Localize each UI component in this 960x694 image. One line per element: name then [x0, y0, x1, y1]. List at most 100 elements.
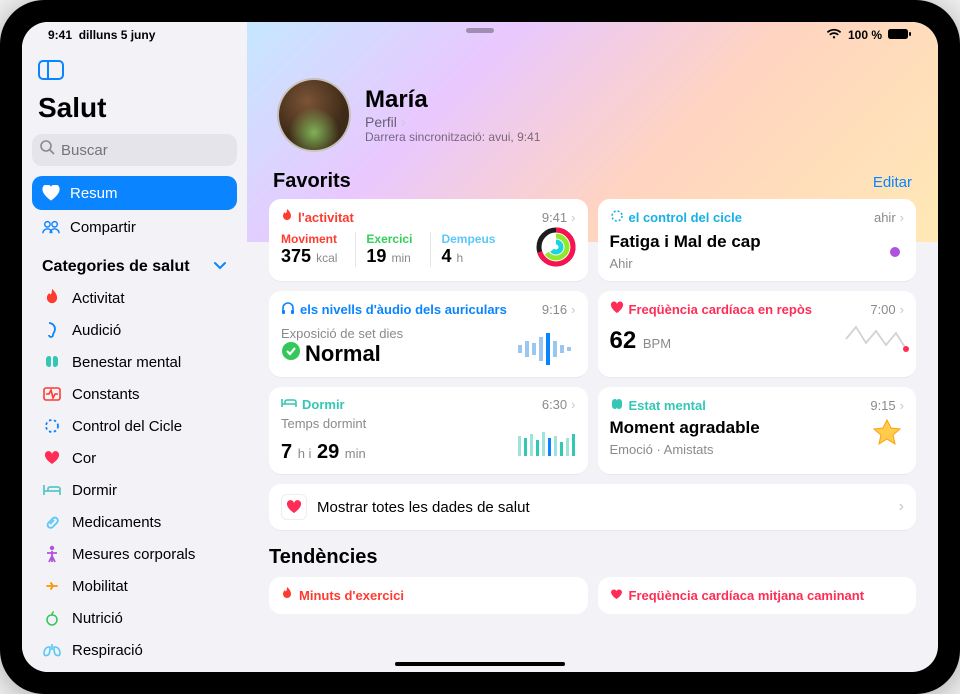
card-activity[interactable]: l'activitat 9:41› Moviment 375 kcal [269, 199, 588, 281]
app-title: Salut [32, 92, 237, 130]
exercise-label: Exercici [366, 232, 412, 246]
headphones-status: Normal [305, 341, 381, 367]
category-item[interactable]: Mesures corporals [32, 538, 237, 570]
card-title: els nivells d'àudio dels auriculars [300, 302, 507, 317]
show-all-row[interactable]: Mostrar totes les dades de salut › [269, 484, 916, 530]
card-time: ahir [874, 210, 896, 225]
sleep-minutes: 29 [317, 441, 339, 463]
card-cycle[interactable]: el control del cicle ahir› Fatiga i Mal … [598, 199, 917, 281]
category-item[interactable]: Mobilitat [32, 570, 237, 602]
battery-icon [888, 28, 912, 43]
category-item[interactable]: Dormir [32, 474, 237, 506]
category-item[interactable]: Activitat [32, 282, 237, 314]
exercise-unit: min [391, 251, 410, 265]
ipad-frame: 9:41 dilluns 5 juny 100 % Salut [0, 0, 960, 694]
battery-text: 100 % [848, 28, 882, 42]
category-list: ActivitatAudició Benestar mental Constants… [32, 282, 237, 666]
sleep-sub: Temps dormint [281, 416, 366, 431]
category-label: Benestar mental [72, 354, 181, 371]
category-label: Nutrició [72, 610, 123, 627]
category-label: Mobilitat [72, 578, 128, 595]
category-label: Dormir [72, 482, 117, 499]
check-icon [281, 341, 301, 367]
search-input[interactable] [61, 142, 247, 159]
card-time: 6:30 [542, 397, 567, 412]
sidebar-item-summary[interactable]: Resum [32, 176, 237, 210]
chevron-down-icon [213, 258, 227, 276]
exercise-value: 19 [366, 246, 386, 266]
flame-icon [281, 587, 293, 604]
show-all-label: Mostrar totes les dades de salut [317, 499, 889, 516]
category-label: Constants [72, 386, 140, 403]
category-label: Cor [72, 450, 96, 467]
category-label: Respiració [72, 642, 143, 659]
apple-icon [42, 608, 62, 628]
category-item[interactable]: Audició [32, 314, 237, 346]
cycle-headline: Fatiga i Mal de cap [610, 232, 761, 252]
trend-walking-hr[interactable]: Freqüència cardíaca mitjana caminant [598, 577, 917, 614]
card-resting-hr[interactable]: Freqüència cardíaca en repòs 7:00› 62 BP… [598, 291, 917, 377]
profile-header[interactable]: María Perfil › Darrera sincronització: a… [269, 78, 916, 152]
chevron-right-icon: › [899, 498, 904, 516]
category-item[interactable]: Nutrició [32, 602, 237, 634]
sync-prefix: Darrera sincronització: [365, 130, 485, 144]
mental-headline: Moment agradable [610, 418, 760, 438]
category-item[interactable]: Control del Cicle [32, 410, 237, 442]
sidebar-toggle-icon[interactable] [38, 60, 64, 82]
categories-header[interactable]: Categories de salut [32, 244, 237, 282]
flame-icon [42, 288, 62, 308]
multitask-pill[interactable] [466, 28, 494, 33]
chevron-right-icon: › [900, 398, 904, 413]
stand-label: Dempeus [441, 232, 495, 246]
sleep-bars-icon [516, 428, 576, 464]
card-title: Dormir [302, 397, 345, 412]
card-time: 9:41 [542, 210, 567, 225]
chevron-right-icon: › [401, 114, 406, 130]
chevron-right-icon: › [571, 302, 575, 317]
category-item[interactable]: Cor [32, 442, 237, 474]
hr-spark-icon [844, 319, 904, 355]
stand-unit: h [456, 251, 463, 265]
category-item[interactable]: Respiració [32, 634, 237, 666]
chevron-right-icon: › [900, 302, 904, 317]
category-item[interactable]: Benestar mental [32, 346, 237, 378]
vitals-icon [42, 384, 62, 404]
cycle-icon [610, 209, 624, 226]
audio-bars-icon [516, 331, 576, 367]
card-mental-state[interactable]: Estat mental 9:15› Moment agradable Emoc… [598, 387, 917, 474]
bed-icon [281, 397, 297, 412]
pill-icon [42, 512, 62, 532]
wifi-icon [826, 28, 842, 43]
bed-icon [42, 480, 62, 500]
category-item[interactable]: Constants [32, 378, 237, 410]
card-time: 9:16 [542, 302, 567, 317]
profile-link[interactable]: Perfil › [365, 114, 540, 130]
sync-value: avui, 9:41 [488, 130, 540, 144]
card-title: Estat mental [629, 398, 706, 413]
brain-icon [42, 352, 62, 372]
favorites-title: Favorits [273, 170, 351, 193]
heart-icon [610, 301, 624, 317]
status-time: 9:41 [48, 28, 72, 42]
sleep-m-unit: min [345, 446, 366, 461]
category-item[interactable]: Medicaments [32, 506, 237, 538]
heart-app-icon [281, 494, 307, 520]
headphones-sub: Exposició de set dies [281, 326, 403, 341]
headphones-icon [281, 301, 295, 318]
profile-sync: Darrera sincronització: avui, 9:41 [365, 130, 540, 144]
activity-rings-icon [536, 227, 576, 267]
profile-link-label: Perfil [365, 114, 397, 130]
category-label: Medicaments [72, 514, 161, 531]
edit-button[interactable]: Editar [873, 174, 912, 191]
main-pane: María Perfil › Darrera sincronització: a… [247, 22, 938, 672]
card-headphone-audio[interactable]: els nivells d'àudio dels auriculars 9:16… [269, 291, 588, 377]
trend-exercise-minutes[interactable]: Minuts d'exercici [269, 577, 588, 614]
sidebar-item-share[interactable]: Compartir [32, 210, 237, 244]
search-field[interactable] [32, 134, 237, 166]
stand-value: 4 [441, 246, 451, 266]
avatar[interactable] [277, 78, 351, 152]
move-label: Moviment [281, 232, 337, 246]
card-sleep[interactable]: Dormir 6:30› Temps dormint 7 h i 29 min [269, 387, 588, 474]
home-indicator[interactable] [395, 662, 565, 666]
card-time: 7:00 [870, 302, 895, 317]
